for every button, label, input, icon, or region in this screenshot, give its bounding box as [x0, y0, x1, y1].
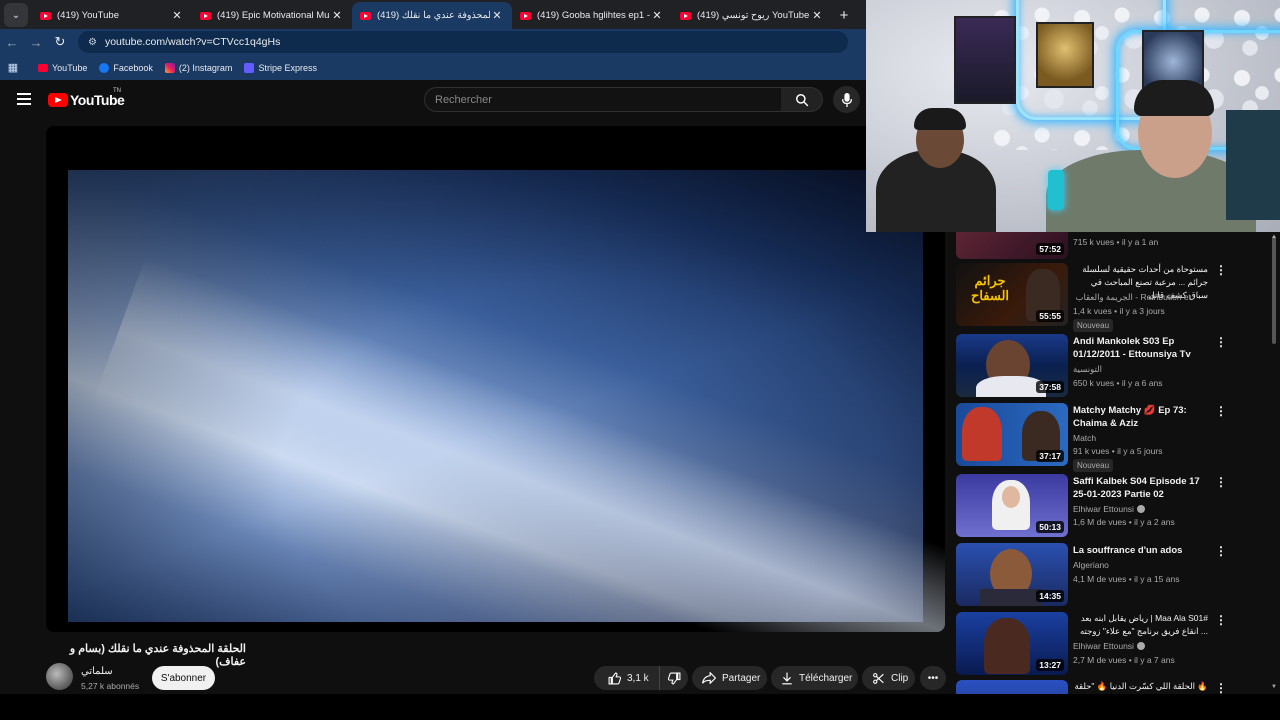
verified-check-icon — [1136, 642, 1145, 650]
youtube-logo[interactable]: YouTube TN — [48, 88, 125, 108]
youtube-favicon-icon — [360, 11, 371, 20]
wall-poster — [1036, 22, 1094, 88]
scissors-icon — [873, 672, 884, 684]
tab-current-video[interactable]: (419) الحلقة المحذوفة عندي ما نقلك✕ — [352, 2, 512, 29]
voice-search-button[interactable] — [833, 86, 860, 113]
share-button[interactable]: Partager — [692, 666, 767, 690]
forward-arrow-icon[interactable]: → — [24, 35, 48, 50]
youtube-play-logo-icon — [48, 93, 68, 107]
video-thumbnail[interactable]: 14:35 — [956, 543, 1068, 606]
bookmarks-bar: ▦ YouTube Facebook (2) Instagram Stripe … — [0, 55, 866, 80]
instagram-icon — [164, 62, 175, 73]
video-thumbnail[interactable]: 37:58 — [956, 334, 1068, 397]
youtube-favicon-icon — [680, 11, 691, 20]
like-button[interactable]: 3,1 k — [594, 666, 660, 690]
recommendations-sidebar: 57:52 715 k vues • il y a 1 an جرائم الس… — [955, 232, 1225, 694]
more-vert-icon[interactable]: ⋮ — [1215, 336, 1225, 348]
site-info-icon[interactable]: ⚙ — [88, 37, 97, 48]
subscribe-button[interactable]: S'abonner — [152, 666, 215, 690]
new-tab-plus-icon[interactable]: + — [832, 2, 856, 29]
tab-epic-music[interactable]: (419) Epic Motivational Music -✕ — [192, 2, 352, 29]
channel-avatar[interactable] — [46, 663, 73, 690]
close-tab-icon[interactable]: ✕ — [330, 9, 344, 22]
screen: ⌄ (419) YouTube ✕ (419) Epic Motivational… — [0, 0, 1280, 720]
url-text: youtube.com/watch?v=CTVcc1q4gHs — [104, 36, 281, 48]
new-badge: Nouveau — [1073, 459, 1114, 472]
more-vert-icon[interactable]: ⋮ — [1215, 476, 1225, 488]
back-arrow-icon[interactable]: ← — [0, 35, 24, 50]
scroll-down-arrow-icon[interactable]: ▼ — [1271, 684, 1277, 690]
download-button[interactable]: Télécharger — [771, 666, 858, 690]
youtube-favicon-icon — [200, 11, 211, 20]
close-tab-icon[interactable]: ✕ — [810, 9, 824, 22]
bookmark-stripe[interactable]: Stripe Express — [244, 62, 317, 73]
channel-name[interactable]: سلماتي — [81, 666, 113, 677]
video-thumbnail[interactable]: 37:17 — [956, 403, 1068, 466]
webcam-overlay — [866, 0, 1280, 232]
tab-gooba[interactable]: (419) Gooba hglihtes ep1 - You✕ — [512, 2, 672, 29]
youtube-favicon-icon — [40, 11, 51, 20]
video-thumbnail[interactable]: 50:13 — [956, 474, 1068, 537]
new-badge: Nouveau — [1073, 319, 1114, 332]
video-title: الحلقة المحذوفة عندي ما نقلك (بسام و عفا… — [69, 643, 246, 668]
facebook-icon — [99, 62, 110, 73]
thumbs-down-icon — [667, 672, 681, 684]
clip-button[interactable]: Clip — [862, 666, 915, 690]
more-actions-button[interactable]: ••• — [920, 666, 946, 690]
microphone-icon — [841, 92, 852, 107]
wall-poster — [954, 16, 1016, 104]
dislike-button[interactable] — [660, 672, 681, 685]
more-vert-icon[interactable]: ⋮ — [1215, 614, 1225, 626]
close-tab-icon[interactable]: ✕ — [490, 9, 504, 22]
neon-device — [1048, 170, 1064, 210]
address-bar[interactable]: ⚙ youtube.com/watch?v=CTVcc1q4gHs — [78, 31, 848, 53]
youtube-header: YouTube TN Rechercher — [0, 80, 866, 120]
browser-tab-strip: ⌄ (419) YouTube ✕ (419) Epic Motivational… — [0, 0, 866, 29]
tab-search-chevron-icon[interactable]: ⌄ — [4, 3, 28, 27]
more-vert-icon[interactable]: ⋮ — [1215, 545, 1225, 557]
video-thumbnail[interactable]: 13:27 — [956, 612, 1068, 675]
more-vert-icon[interactable]: ⋮ — [1215, 264, 1225, 276]
search-input[interactable]: Rechercher — [424, 87, 782, 112]
browser-toolbar: ← → ↻ ⚙ youtube.com/watch?v=CTVcc1q4gHs — [0, 29, 866, 55]
share-arrow-icon — [702, 672, 716, 684]
download-icon — [782, 672, 792, 684]
tab-youtube-home[interactable]: (419) YouTube ✕ — [32, 2, 192, 29]
search-button[interactable] — [781, 87, 823, 112]
reload-icon[interactable]: ↻ — [48, 34, 72, 50]
subscriber-count: 5,27 k abonnés — [81, 681, 140, 691]
youtube-favicon-icon — [520, 11, 531, 20]
bookmark-instagram[interactable]: (2) Instagram — [164, 62, 232, 73]
sidebar-scrollbar[interactable] — [1270, 232, 1278, 692]
video-thumbnail[interactable] — [956, 680, 1068, 694]
more-vert-icon[interactable]: ⋮ — [1215, 682, 1225, 694]
scroll-up-arrow-icon[interactable]: ▲ — [1271, 234, 1277, 240]
youtube-icon — [38, 63, 48, 72]
more-vert-icon[interactable]: ⋮ — [1215, 405, 1225, 417]
stripe-icon — [244, 62, 255, 73]
like-dislike-group: 3,1 k — [594, 666, 688, 690]
close-tab-icon[interactable]: ✕ — [650, 9, 664, 22]
bookmark-youtube[interactable]: YouTube — [38, 63, 87, 73]
thumbs-up-icon — [608, 672, 621, 684]
video-thumbnail[interactable]: 57:52 — [956, 232, 1068, 259]
search-icon — [795, 93, 808, 106]
tab-youtube-2017[interactable]: (419) ريوح تونسي YouTube 2017✕ — [672, 2, 832, 29]
bookmark-facebook[interactable]: Facebook — [99, 62, 153, 73]
close-tab-icon[interactable]: ✕ — [170, 9, 184, 22]
menu-hamburger-icon[interactable] — [17, 93, 31, 105]
video-thumbnail[interactable]: جرائم السفاح 55:55 — [956, 263, 1068, 326]
bottom-black-bar — [0, 694, 1280, 720]
more-horizontal-icon: ••• — [927, 672, 939, 684]
verified-check-icon — [1136, 505, 1145, 513]
apps-grid-icon[interactable]: ▦ — [0, 61, 26, 74]
video-player[interactable] — [46, 126, 945, 632]
